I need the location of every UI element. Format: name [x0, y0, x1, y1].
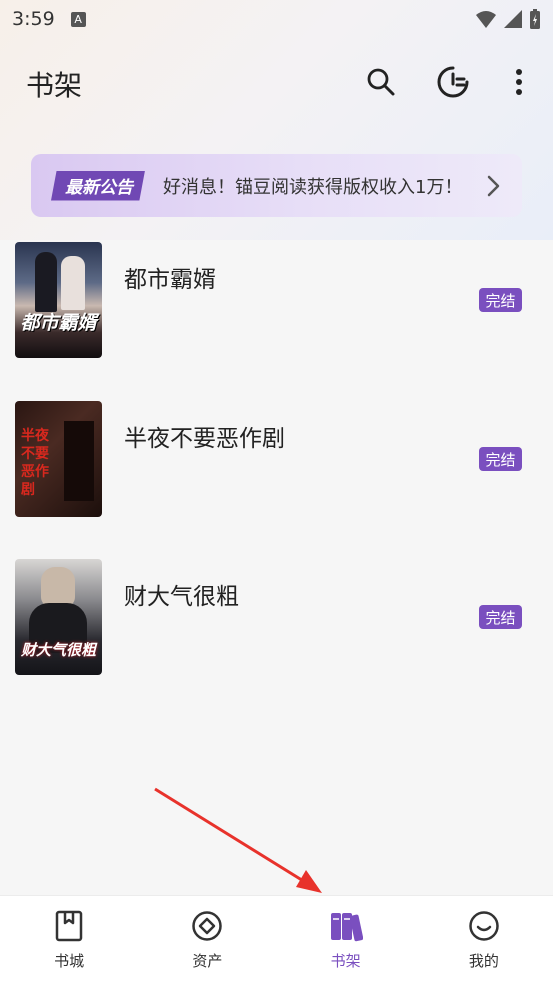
status-icons: [475, 8, 541, 30]
book-item[interactable]: 都市霸婿 都市霸婿 完结: [0, 242, 553, 358]
more-options-button[interactable]: [501, 64, 537, 100]
announcement-banner[interactable]: 最新公告 好消息！锚豆阅读获得版权收入1万！: [31, 154, 522, 217]
book-cover[interactable]: 财大气很粗: [15, 559, 102, 675]
history-icon: [437, 66, 469, 98]
book-title: 财大气很粗: [124, 584, 239, 610]
notification-icon: A: [70, 11, 86, 27]
cover-door: [64, 421, 94, 501]
more-vertical-icon: [516, 69, 522, 95]
battery-icon: [530, 9, 540, 29]
cover-figure-face: [41, 567, 75, 607]
completed-badge: 完结: [479, 447, 522, 471]
book-item[interactable]: 半夜不要恶作剧 半夜不要恶作剧 完结: [0, 401, 553, 517]
cover-title: 都市霸婿: [20, 312, 97, 334]
chevron-right-icon: [487, 175, 500, 196]
reading-history-button[interactable]: [435, 64, 471, 100]
tab-profile[interactable]: 我的: [415, 896, 553, 984]
cover-title: 半夜不要恶作剧: [21, 428, 49, 498]
app-header: 书架: [0, 52, 553, 112]
tab-assets[interactable]: 资产: [138, 896, 276, 984]
assets-icon: [192, 911, 223, 941]
tab-label: 书架: [330, 952, 361, 970]
bookshelf-icon: [330, 913, 363, 942]
tab-label: 书城: [54, 952, 85, 970]
cover-title: 财大气很粗: [20, 641, 96, 659]
book-cover[interactable]: 半夜不要恶作剧: [15, 401, 102, 517]
book-title: 都市霸婿: [124, 267, 216, 293]
profile-icon: [469, 911, 499, 941]
status-bar: 3:59 A: [0, 0, 553, 38]
announcement-text: 好消息！锚豆阅读获得版权收入1万！: [163, 176, 463, 198]
page-title: 书架: [26, 69, 83, 102]
book-title: 半夜不要恶作剧: [124, 426, 285, 452]
cover-figure-woman: [61, 256, 85, 310]
completed-badge: 完结: [479, 605, 522, 629]
tab-label: 资产: [192, 952, 223, 970]
bottom-tab-bar: 书城 资产 书架 我的: [0, 895, 553, 984]
status-time: 3:59: [12, 8, 55, 30]
signal-icon: [504, 10, 522, 28]
bookstore-icon: [55, 910, 83, 942]
search-button[interactable]: [363, 64, 399, 100]
announcement-tag: 最新公告: [51, 170, 145, 201]
completed-badge: 完结: [479, 288, 522, 312]
book-item[interactable]: 财大气很粗 财大气很粗 完结: [0, 559, 553, 675]
tab-bookshelf[interactable]: 书架: [277, 896, 415, 984]
book-cover[interactable]: 都市霸婿: [15, 242, 102, 358]
wifi-icon: [476, 11, 496, 28]
cover-figure-man: [35, 252, 57, 312]
tab-bookstore[interactable]: 书城: [0, 896, 138, 984]
search-icon: [367, 68, 395, 96]
tab-label: 我的: [468, 952, 499, 970]
